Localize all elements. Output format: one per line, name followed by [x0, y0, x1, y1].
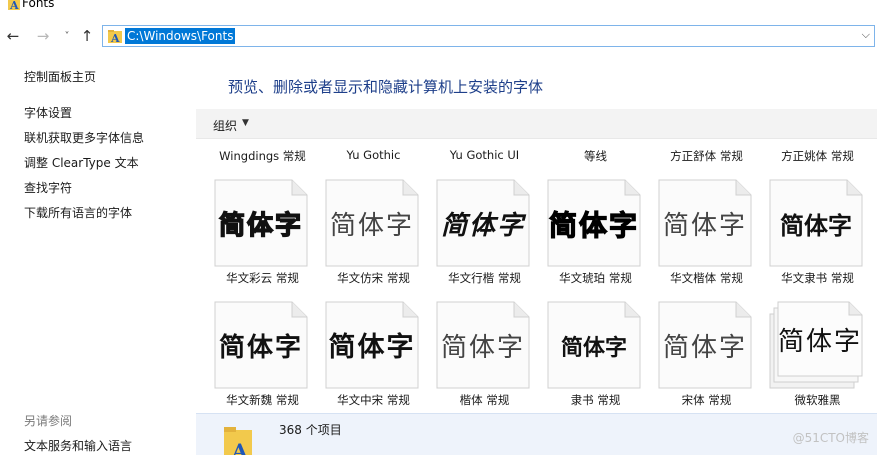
see-also-heading: 另请参阅: [24, 414, 73, 428]
find-character-link[interactable]: 查找字符: [24, 179, 144, 204]
window-title: Fonts: [22, 0, 55, 10]
top-row-labels: Wingdings 常规 Yu Gothic Yu Gothic UI 等线 方…: [196, 148, 877, 164]
font-preview: 简体字: [328, 332, 416, 363]
font-name-label[interactable]: 楷体 常规: [429, 392, 540, 408]
font-name-label[interactable]: 华文彩云 常规: [207, 270, 318, 286]
font-tile-huawen-zhongsong[interactable]: 简体字: [325, 301, 419, 389]
font-preview: 简体字: [440, 333, 525, 363]
watermark-text: @51CTO博客: [792, 431, 869, 445]
font-tile-huawen-kaiti[interactable]: 简体字: [658, 179, 752, 267]
fonts-folder-icon: A: [108, 30, 122, 43]
main-pane: 预览、删除或者显示和隐藏计算机上安装的字体 组织 ▼ Wingdings 常规 …: [196, 52, 877, 455]
font-name-label[interactable]: 华文新魏 常规: [207, 392, 318, 408]
fonts-folder-icon: A: [224, 427, 252, 455]
address-dropdown-icon[interactable]: ⌵: [862, 28, 870, 42]
font-tile-huawen-lishu[interactable]: 简体字: [769, 179, 863, 267]
arrow-up-icon: ↑: [80, 27, 94, 45]
text-services-link[interactable]: 文本服务和输入语言: [24, 437, 132, 454]
font-preview: 简体字: [218, 210, 303, 241]
row2-labels: 华文新魏 常规 华文中宋 常规 楷体 常规 隶书 常规 宋体 常规 微软雅黑: [196, 392, 877, 408]
item-count: 368 个项目: [279, 423, 342, 437]
font-tile-huawen-xingkai[interactable]: 简体字: [436, 179, 530, 267]
details-pane: A 368 个项目 @51CTO博客: [196, 413, 877, 455]
font-tile-songti[interactable]: 简体字: [658, 301, 752, 389]
back-button[interactable]: ←: [4, 26, 22, 46]
font-name-label[interactable]: Yu Gothic: [318, 148, 429, 162]
command-bar: 组织 ▼: [196, 109, 877, 139]
font-preview: 简体字: [560, 335, 627, 361]
font-name-label[interactable]: 华文琥珀 常规: [540, 270, 651, 286]
font-name-label[interactable]: 华文行楷 常规: [429, 270, 540, 286]
adjust-cleartype-link[interactable]: 调整 ClearType 文本: [24, 154, 144, 179]
up-button[interactable]: ↑: [78, 26, 96, 46]
font-name-label[interactable]: 方正舒体 常规: [651, 148, 762, 164]
font-preview: 简体字: [780, 211, 852, 240]
font-preview: 简体字: [548, 208, 639, 242]
font-preview: 简体字: [440, 211, 525, 241]
left-pane: 控制面板主页 字体设置 联机获取更多字体信息 调整 ClearType 文本 查…: [0, 52, 196, 455]
address-path[interactable]: C:\Windows\Fonts: [125, 28, 236, 44]
get-font-info-online-link[interactable]: 联机获取更多字体信息: [24, 129, 144, 154]
font-preview: 简体字: [662, 211, 747, 241]
font-name-label[interactable]: 华文中宋 常规: [318, 392, 429, 408]
arrow-left-icon: ←: [6, 27, 20, 45]
caret-down-icon[interactable]: ▼: [242, 118, 249, 128]
font-name-label[interactable]: 方正姚体 常规: [762, 148, 873, 164]
font-name-label[interactable]: 华文隶书 常规: [762, 270, 873, 286]
font-tile-huawen-xinwei[interactable]: 简体字: [214, 301, 308, 389]
font-name-label[interactable]: 等线: [540, 148, 651, 164]
font-preview: 简体字: [777, 327, 862, 357]
chevron-down-icon: ˅: [64, 30, 70, 42]
font-name-label[interactable]: Yu Gothic UI: [429, 148, 540, 162]
font-preview: 简体字: [329, 211, 414, 241]
organize-button[interactable]: 组织: [213, 117, 237, 134]
font-name-label[interactable]: 隶书 常规: [540, 392, 651, 408]
font-tile-huawen-caiyun[interactable]: 简体字: [214, 179, 308, 267]
font-preview: 简体字: [218, 333, 303, 363]
task-links: 字体设置 联机获取更多字体信息 调整 ClearType 文本 查找字符 下载所…: [24, 104, 144, 229]
recent-locations-button[interactable]: ˅: [58, 26, 76, 46]
font-name-label[interactable]: 宋体 常规: [651, 392, 762, 408]
font-tile-lishu[interactable]: 简体字: [547, 301, 641, 389]
row1-labels: 华文彩云 常规 华文仿宋 常规 华文行楷 常规 华文琥珀 常规 华文楷体 常规 …: [196, 270, 877, 286]
arrow-right-icon: →: [36, 27, 50, 45]
svg-text:A: A: [110, 32, 120, 43]
font-name-label[interactable]: 华文楷体 常规: [651, 270, 762, 286]
control-panel-home-link[interactable]: 控制面板主页: [24, 68, 96, 85]
font-tile-kaiti[interactable]: 简体字: [436, 301, 530, 389]
fonts-folder-icon: A: [8, 0, 20, 10]
svg-text:A: A: [231, 439, 248, 455]
font-name-label[interactable]: Wingdings 常规: [207, 148, 318, 164]
download-all-fonts-link[interactable]: 下载所有语言的字体: [24, 204, 144, 229]
page-title: 预览、删除或者显示和隐藏计算机上安装的字体: [228, 78, 544, 96]
title-bar: A Fonts: [0, 0, 877, 14]
font-preview: 简体字: [662, 333, 747, 363]
font-name-label[interactable]: 华文仿宋 常规: [318, 270, 429, 286]
forward-button[interactable]: →: [34, 26, 52, 46]
address-bar[interactable]: A C:\Windows\Fonts ⌵: [102, 25, 875, 47]
font-settings-link[interactable]: 字体设置: [24, 104, 144, 129]
navigation-bar: ← → ˅ ↑ A C:\Windows\Fonts ⌵: [0, 22, 877, 50]
font-tile-huawen-hupo[interactable]: 简体字: [547, 179, 641, 267]
font-name-label[interactable]: 微软雅黑: [762, 392, 873, 408]
font-tile-huawen-fangsong[interactable]: 简体字: [325, 179, 419, 267]
svg-text:A: A: [9, 0, 19, 10]
font-tile-microsoft-yahei[interactable]: 简体字: [769, 301, 863, 389]
